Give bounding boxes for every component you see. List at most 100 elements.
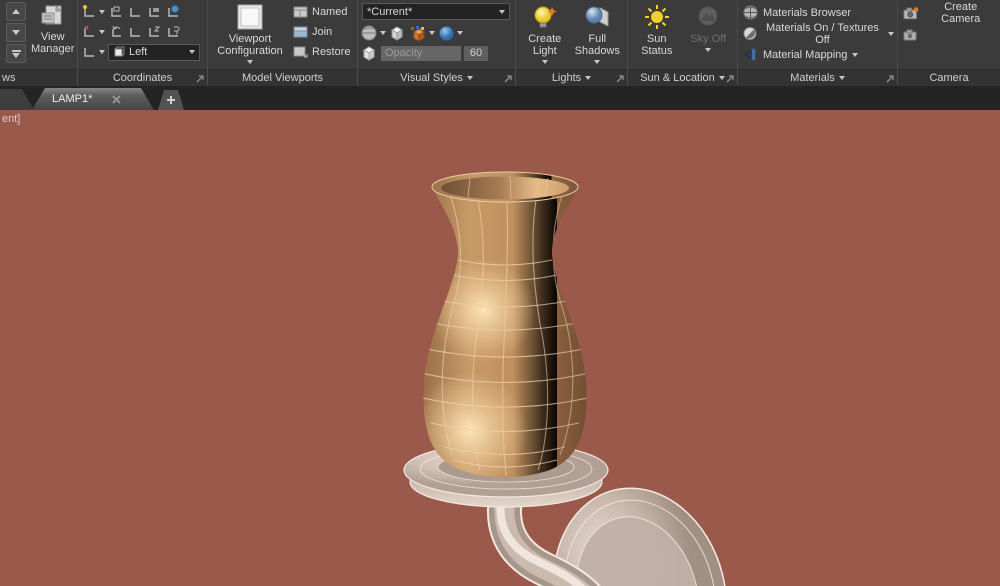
panel-views: View Manager ws	[0, 0, 78, 86]
create-camera-label: Create Camera	[924, 1, 997, 25]
culling-cube-icon[interactable]	[389, 25, 406, 42]
material-mapping-button[interactable]: Material Mapping	[741, 44, 894, 65]
named-viewports-label: Named	[312, 6, 347, 18]
panel-camera: Create Camera Camera	[898, 0, 1000, 86]
materials-textures-toggle-label: Materials On / Textures Off	[762, 22, 883, 46]
panel-launcher-icon[interactable]	[504, 75, 512, 83]
ucs-cube-icon	[113, 46, 125, 58]
material-mapping-label: Material Mapping	[763, 49, 847, 61]
panel-caret-icon	[719, 76, 725, 80]
ucs-icon-toggle-button[interactable]	[81, 44, 105, 60]
lights-panel-label[interactable]: Lights	[516, 69, 627, 86]
visual-style-combobox[interactable]: *Current*	[362, 3, 510, 20]
panel-visual-styles: *Current*	[358, 0, 516, 86]
panel-launcher-icon[interactable]	[886, 75, 894, 83]
sun-status-button[interactable]: Sun Status	[634, 2, 680, 67]
materials-textures-toggle-button[interactable]: Materials On / Textures Off	[741, 23, 894, 44]
panel-launcher-icon[interactable]	[196, 75, 204, 83]
create-camera-button[interactable]: Create Camera	[901, 2, 997, 24]
visual-style-value: *Current*	[367, 6, 412, 18]
panel-coordinates: Left Coordinates	[78, 0, 208, 86]
vase-model[interactable]	[412, 170, 600, 490]
dropdown-caret-icon	[99, 10, 105, 14]
ucs-object-icon[interactable]	[127, 24, 143, 40]
materials-browser-button[interactable]: Materials Browser	[741, 2, 894, 23]
ucs-x-rotate-button[interactable]	[81, 24, 105, 40]
show-cameras-button[interactable]	[901, 24, 997, 46]
full-shadows-button[interactable]: Full Shadows	[571, 2, 624, 67]
materials-browser-icon	[743, 5, 758, 20]
dropdown-caret-icon	[705, 48, 711, 52]
ucs-display-icon	[81, 44, 97, 60]
coordinates-panel-label[interactable]: Coordinates	[78, 69, 207, 86]
join-viewports-label: Join	[312, 26, 332, 38]
restore-viewports-button[interactable]: Restore	[293, 42, 351, 62]
panel-caret-icon	[467, 76, 473, 80]
gallery-scroll-down-button[interactable]	[6, 23, 26, 42]
panel-launcher-icon[interactable]	[726, 75, 734, 83]
lamp-model-canvas[interactable]	[0, 110, 1000, 586]
ucs-3point-icon[interactable]	[165, 24, 181, 40]
edge-effects-button[interactable]	[409, 25, 435, 42]
ucs-named-icon[interactable]	[108, 4, 124, 20]
file-tab-partial[interactable]	[0, 89, 34, 110]
dropdown-caret-icon	[189, 50, 195, 54]
viewport-configuration-label: Viewport Configuration	[213, 33, 287, 57]
face-style-button[interactable]	[361, 25, 386, 42]
model-viewports-panel-label[interactable]: Model Viewports	[208, 69, 357, 86]
dropdown-caret-icon	[247, 60, 253, 64]
camera-panel-label[interactable]: Camera	[898, 69, 1000, 86]
create-camera-icon	[903, 6, 919, 20]
gallery-expand-button[interactable]	[6, 44, 26, 63]
dropdown-caret-icon	[380, 31, 386, 35]
panel-model-viewports: Viewport Configuration Named	[208, 0, 358, 86]
lighting-quality-button[interactable]	[438, 25, 463, 42]
sky-off-label: Sky Off	[690, 33, 726, 45]
dropdown-caret-icon	[457, 31, 463, 35]
named-ucs-value: Left	[129, 46, 147, 58]
panel-sun-location: Sun Status Sky Off Sun & Location	[628, 0, 738, 86]
show-cameras-icon	[903, 29, 918, 41]
dropdown-caret-icon	[888, 32, 894, 36]
sun-location-panel-label[interactable]: Sun & Location	[628, 69, 737, 86]
down-arrow-icon	[12, 53, 20, 58]
sun-status-label: Sun Status	[636, 33, 678, 57]
close-icon	[112, 95, 121, 104]
tab-close-button[interactable]	[112, 95, 121, 104]
ucs-origin-icon[interactable]	[127, 4, 143, 20]
panel-caret-icon	[839, 76, 845, 80]
create-light-label: Create Light	[521, 33, 569, 57]
ucs-z-axis-icon[interactable]	[146, 24, 162, 40]
restore-viewports-icon	[293, 46, 308, 58]
named-ucs-combobox[interactable]: Left	[108, 44, 200, 61]
view-manager-button[interactable]: View Manager	[29, 2, 76, 67]
named-viewports-icon	[293, 6, 308, 18]
viewport-3d[interactable]: ent]	[0, 110, 1000, 586]
gallery-bar-icon	[12, 50, 21, 52]
join-viewports-button[interactable]: Join	[293, 22, 351, 42]
visual-styles-panel-label[interactable]: Visual Styles	[358, 69, 515, 86]
materials-panel-label[interactable]: Materials	[738, 69, 897, 86]
create-light-button[interactable]: Create Light	[519, 2, 571, 67]
named-viewports-button[interactable]: Named	[293, 2, 351, 22]
ucs-world-icon[interactable]	[165, 4, 181, 20]
view-manager-label: View Manager	[31, 31, 74, 55]
panel-launcher-icon[interactable]	[616, 75, 624, 83]
views-panel-label[interactable]: ws	[0, 69, 77, 86]
dropdown-caret-icon	[542, 60, 548, 64]
opacity-slider[interactable]: Opacity	[381, 46, 461, 61]
file-tab-label: LAMP1*	[52, 93, 92, 105]
light-bulb-icon	[532, 4, 558, 30]
ucs-view-icon[interactable]	[146, 4, 162, 20]
opacity-value[interactable]: 60	[464, 46, 488, 61]
file-tab-bar: LAMP1*	[0, 86, 1000, 110]
sky-off-button[interactable]: Sky Off	[685, 2, 731, 67]
new-tab-button[interactable]	[158, 90, 184, 110]
ucs-previous-icon[interactable]	[108, 24, 124, 40]
gallery-scroll-up-button[interactable]	[6, 2, 26, 21]
ucs-button[interactable]	[81, 4, 105, 20]
full-shadows-icon	[583, 4, 611, 30]
file-tab-lamp1[interactable]: LAMP1*	[32, 88, 154, 110]
xray-cube-icon[interactable]	[361, 45, 378, 62]
viewport-configuration-button[interactable]: Viewport Configuration	[211, 2, 289, 66]
